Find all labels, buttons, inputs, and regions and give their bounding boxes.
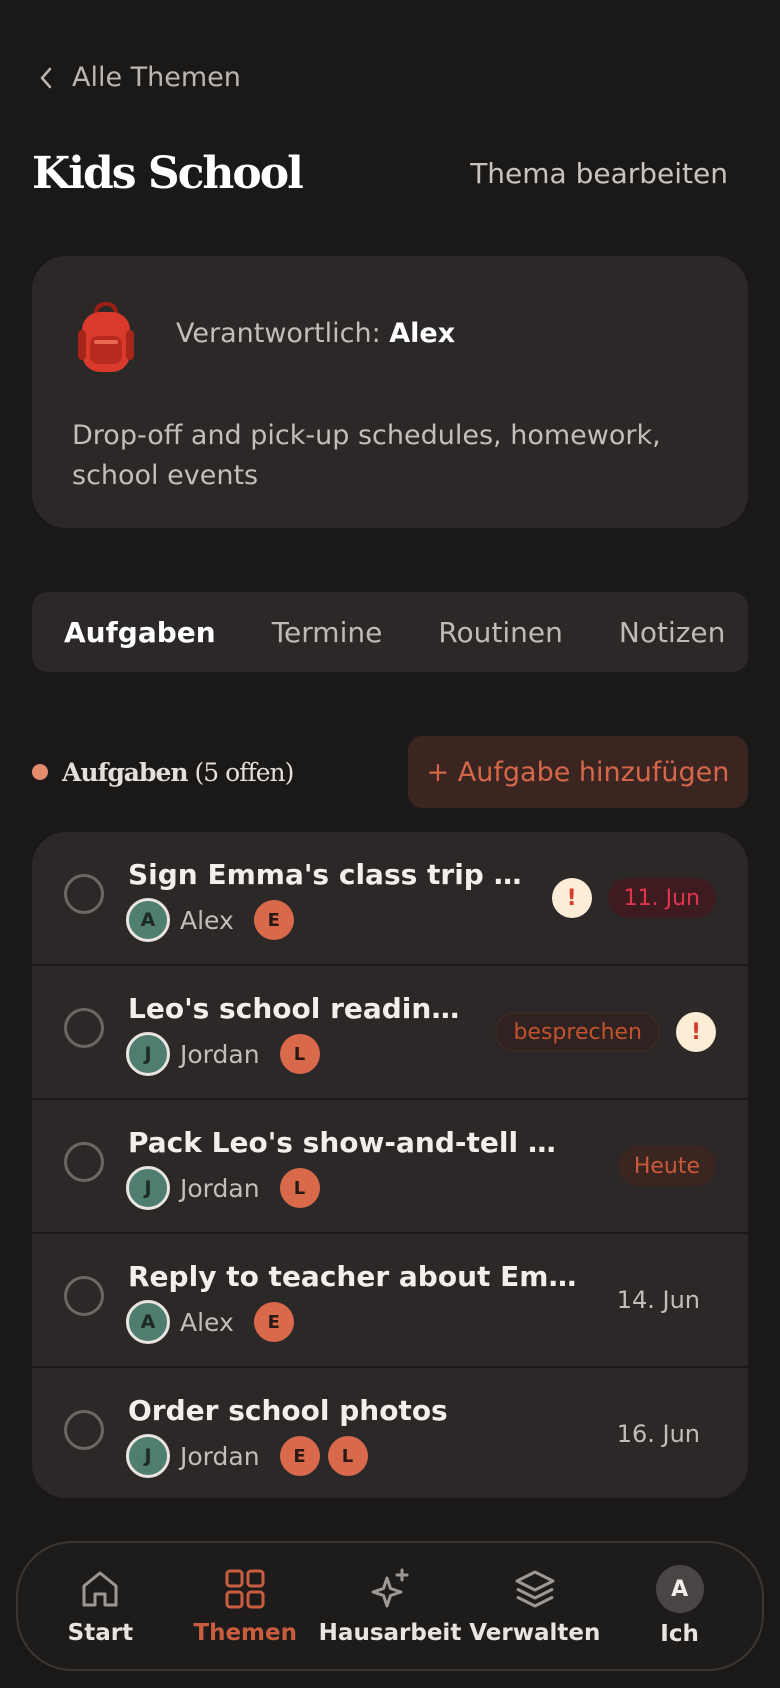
task-checkbox[interactable] — [64, 1276, 104, 1316]
back-label: Alle Themen — [72, 62, 241, 93]
assignee-avatar: A — [126, 1300, 170, 1344]
task-row[interactable]: Reply to teacher about Emma's r… A Alex … — [32, 1234, 748, 1368]
task-checkbox[interactable] — [64, 874, 104, 914]
topic-description: Drop-off and pick-up schedules, homework… — [72, 420, 661, 491]
task-row[interactable]: Leo's school readiness … J Jordan L besp… — [32, 966, 748, 1100]
kid-badge: E — [253, 1302, 294, 1342]
assignee-avatar: J — [126, 1032, 170, 1076]
assignee-avatar: J — [126, 1166, 170, 1210]
task-checkbox[interactable] — [64, 1142, 104, 1182]
nav-label: Hausarbeit — [318, 1620, 462, 1646]
edit-topic-button[interactable]: Thema bearbeiten — [470, 157, 728, 190]
assignee-name: Jordan — [180, 1039, 260, 1069]
sparkle-icon — [371, 1568, 409, 1608]
due-date-badge: 11. Jun — [607, 878, 716, 918]
section-title: Aufgaben (5 offen) — [62, 757, 295, 787]
page-title: Kids School — [32, 148, 304, 199]
task-title: Pack Leo's show-and-tell toy — [128, 1126, 568, 1159]
task-title: Sign Emma's class trip permi… — [128, 858, 538, 891]
nav-start[interactable]: Start — [30, 1566, 170, 1646]
task-checkbox[interactable] — [64, 1008, 104, 1048]
nav-hausarbeit[interactable]: Hausarbeit — [318, 1566, 462, 1646]
nav-ich[interactable]: A Ich — [610, 1565, 750, 1647]
task-title: Leo's school readiness … — [128, 992, 473, 1025]
chevron-left-icon — [40, 67, 52, 88]
nav-label: Verwalten — [469, 1620, 601, 1646]
nav-label: Ich — [660, 1621, 699, 1647]
owner-prefix: Verantwortlich: — [176, 318, 381, 349]
kid-badge: E — [279, 1436, 320, 1476]
owner-line: Verantwortlich: Alex — [176, 318, 455, 349]
today-badge: Heute — [617, 1146, 716, 1186]
tab-termine[interactable]: Termine — [272, 616, 383, 649]
back-link[interactable]: Alle Themen — [36, 62, 241, 93]
assignee-name: Jordan — [180, 1173, 260, 1203]
section-count: (5 offen) — [194, 757, 295, 787]
task-row[interactable]: Sign Emma's class trip permi… A Alex E !… — [32, 832, 748, 966]
tab-routinen[interactable]: Routinen — [438, 616, 563, 649]
nav-label: Start — [67, 1620, 134, 1646]
discuss-badge: besprechen — [495, 1012, 660, 1052]
nav-verwalten[interactable]: Verwalten — [465, 1566, 605, 1646]
backpack-icon — [78, 301, 134, 372]
due-date: 14. Jun — [616, 1286, 700, 1314]
assignee-name: Jordan — [180, 1441, 260, 1471]
task-row[interactable]: Order school photos J Jordan E L 16. Jun — [32, 1368, 748, 1498]
tab-notizen[interactable]: Notizen — [619, 616, 726, 649]
assignee-name: Alex — [180, 1307, 234, 1337]
task-checkbox[interactable] — [64, 1410, 104, 1450]
assignee-name: Alex — [180, 905, 234, 935]
task-title: Reply to teacher about Emma's r… — [128, 1260, 588, 1293]
nav-label: Themen — [193, 1620, 297, 1646]
warning-icon: ! — [676, 1012, 716, 1052]
section-title-label: Aufgaben — [62, 757, 189, 787]
kid-badge: L — [279, 1034, 320, 1074]
bottom-nav: Start Themen Hausarbeit Verwalten A Ich — [16, 1541, 764, 1671]
tab-bar: Aufgaben Termine Routinen Notizen — [32, 592, 748, 672]
user-avatar: A — [655, 1565, 704, 1613]
nav-themen[interactable]: Themen — [175, 1566, 315, 1646]
add-task-button[interactable]: + Aufgabe hinzufügen — [408, 736, 748, 808]
kid-badge: L — [327, 1436, 368, 1476]
assignee-avatar: A — [126, 898, 170, 942]
task-list: Sign Emma's class trip permi… A Alex E !… — [32, 832, 748, 1498]
section-dot — [32, 764, 48, 780]
layers-icon — [515, 1570, 555, 1608]
task-row[interactable]: Pack Leo's show-and-tell toy J Jordan L … — [32, 1100, 748, 1234]
kid-badge: L — [279, 1168, 320, 1208]
grid-icon — [225, 1569, 265, 1609]
kid-badge: E — [253, 900, 294, 940]
tab-aufgaben[interactable]: Aufgaben — [64, 616, 216, 649]
owner-name: Alex — [389, 318, 456, 349]
home-icon — [82, 1571, 118, 1607]
warning-icon: ! — [551, 878, 592, 918]
assignee-avatar: J — [126, 1434, 170, 1478]
topic-info-card: Verantwortlich: Alex Drop-off and pick-u… — [32, 256, 748, 528]
due-date: 16. Jun — [616, 1420, 700, 1448]
task-title: Order school photos — [128, 1394, 448, 1427]
